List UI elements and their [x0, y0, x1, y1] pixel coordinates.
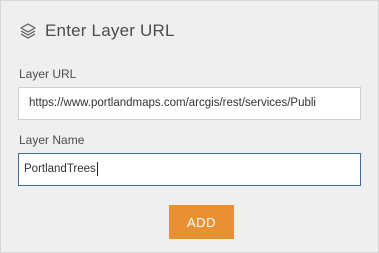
- layer-url-input[interactable]: https://www.portlandmaps.com/arcgis/rest…: [18, 87, 361, 120]
- add-button[interactable]: ADD: [169, 205, 234, 239]
- layer-name-value: PortlandTrees: [24, 163, 96, 175]
- layer-url-value: https://www.portlandmaps.com/arcgis/rest…: [29, 97, 316, 109]
- text-caret: [96, 161, 98, 176]
- layers-icon: [19, 22, 37, 40]
- layer-name-input[interactable]: PortlandTrees: [18, 153, 361, 186]
- enter-layer-url-panel: Enter Layer URL Layer URL https://www.po…: [0, 0, 379, 253]
- panel-title: Enter Layer URL: [45, 21, 175, 40]
- layer-url-label: Layer URL: [19, 67, 77, 81]
- layer-name-label: Layer Name: [19, 133, 85, 147]
- panel-header: Enter Layer URL: [19, 20, 175, 42]
